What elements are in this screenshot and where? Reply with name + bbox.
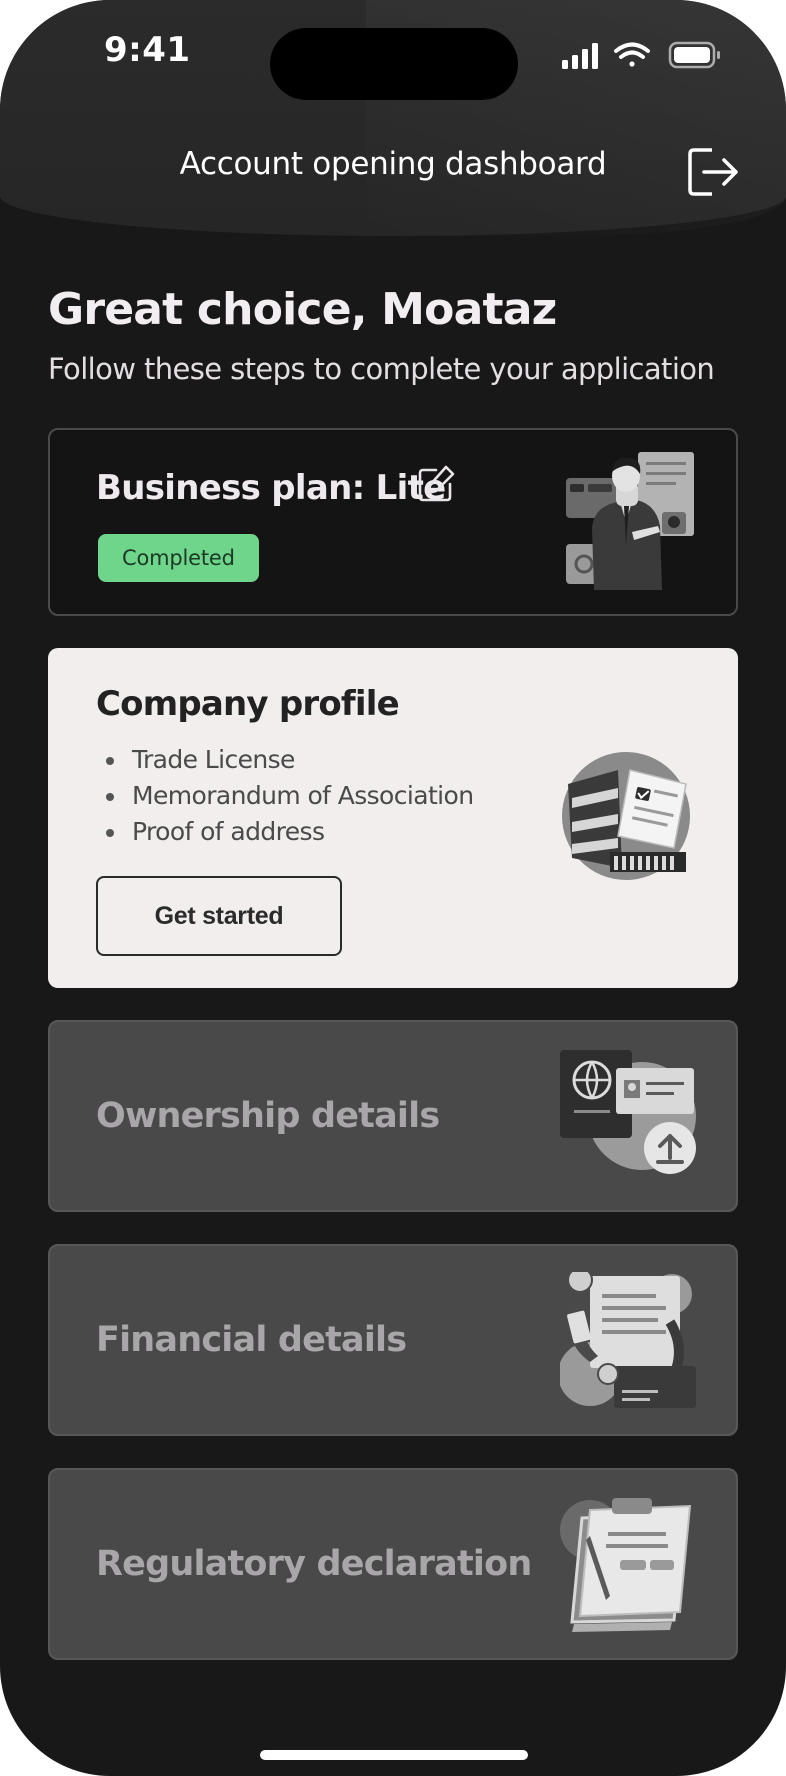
company-profile-card: Company profile Trade License Memorandum…	[48, 648, 738, 988]
step-title: Financial details	[96, 1320, 407, 1360]
plan-title: Business plan: Lite	[96, 468, 446, 508]
status-time: 9:41	[104, 30, 191, 70]
signal-icon	[562, 43, 598, 69]
step-title: Ownership details	[96, 1096, 440, 1136]
building-document-icon	[562, 752, 690, 880]
greeting-subtitle: Follow these steps to complete your appl…	[48, 352, 715, 386]
ownership-details-card: Ownership details	[48, 1020, 738, 1212]
list-item: Memorandum of Association	[106, 778, 474, 814]
passport-upload-icon	[560, 1050, 696, 1174]
page-title: Account opening dashboard	[179, 146, 607, 182]
status-icons	[562, 41, 720, 69]
home-indicator[interactable]	[260, 1750, 528, 1760]
business-plan-card[interactable]: Business plan: Lite Completed	[48, 428, 738, 616]
logout-icon[interactable]	[686, 146, 742, 198]
financial-details-card: Financial details	[48, 1244, 738, 1436]
greeting-title: Great choice, Moataz	[48, 284, 557, 335]
dynamic-island	[270, 28, 518, 100]
app-screen: 9:41 Account opening dashboard Great cho…	[0, 0, 786, 1776]
edit-icon[interactable]	[416, 464, 456, 504]
businessman-documents-icon	[566, 452, 694, 590]
list-item: Trade License	[106, 742, 473, 778]
list-item: Proof of address	[106, 814, 473, 850]
get-started-button[interactable]: Get started	[96, 876, 342, 956]
step-title: Regulatory declaration	[96, 1544, 532, 1584]
financial-document-icon	[560, 1272, 696, 1408]
wifi-icon	[614, 42, 650, 67]
status-badge: Completed	[98, 534, 259, 582]
profile-title: Company profile	[96, 684, 400, 724]
battery-icon	[668, 41, 720, 69]
regulatory-declaration-card: Regulatory declaration	[48, 1468, 738, 1660]
requirements-list: Trade License Memorandum of Association …	[106, 742, 474, 850]
clipboard-declaration-icon	[560, 1498, 692, 1632]
